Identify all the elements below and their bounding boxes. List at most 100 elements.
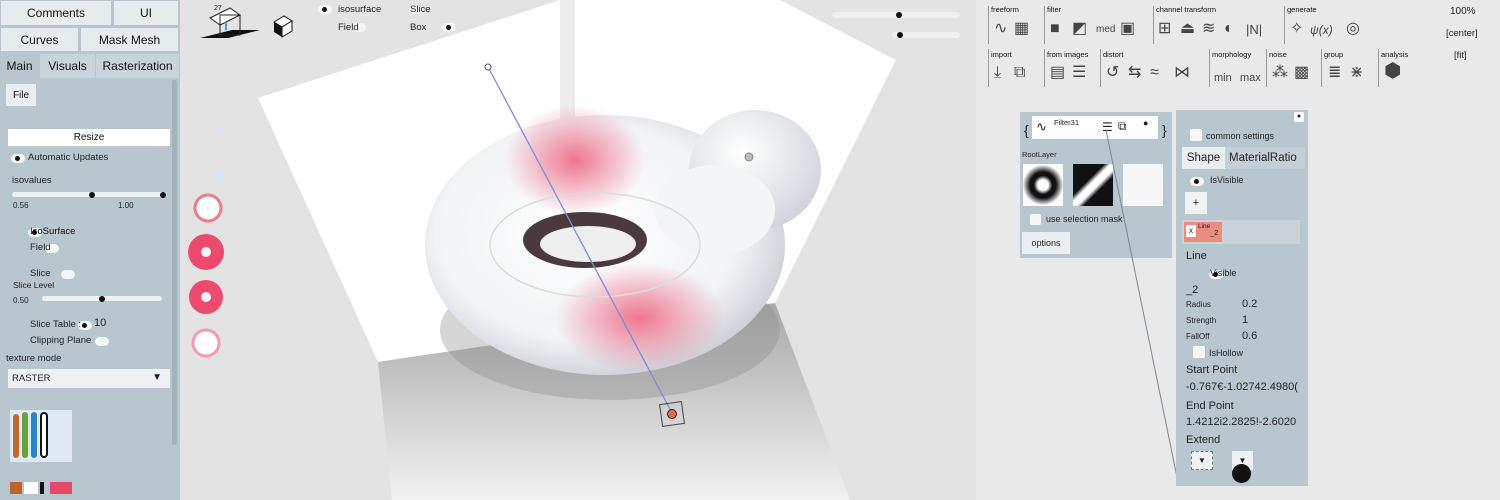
group-from-images: from images [1047,50,1089,59]
tab-rasterization[interactable]: Rasterization [96,54,179,78]
preview-dot-small[interactable] [213,125,223,135]
from-images-layers-icon[interactable]: ☰ [1072,64,1086,82]
curves-button[interactable]: Curves [0,27,79,52]
slice-view-label: Slice [410,4,431,15]
center-button[interactable]: [center] [1446,28,1478,39]
add-shape-button[interactable]: + [1185,192,1207,214]
generate-function-icon[interactable]: ψ(x) [1310,23,1333,37]
iso-max-value: 1.00 [118,201,134,210]
noise-texture-icon[interactable]: ⁂ [1272,64,1288,82]
gradient-bar[interactable] [10,482,72,494]
group-freeform: freeform [991,5,1019,14]
import-layers-icon[interactable]: ⧉ [1014,64,1025,82]
freeform-grid-icon[interactable]: ▦ [1014,20,1029,38]
left-panel: Comments UI Curves Mask Mesh Main Visual… [0,0,180,500]
end-point-value[interactable]: 1.4212i2.2825!-2.6020 [1186,416,1306,428]
tab-file[interactable]: File [6,84,36,106]
channel-normalize-icon[interactable]: |N| [1246,22,1262,37]
isosurface-label: IsoSurface [30,226,76,237]
noise-pattern-icon[interactable]: ▩ [1294,64,1309,82]
generate-sparkle-icon[interactable]: ✧ [1290,20,1303,38]
channel-invert-icon[interactable]: ◐ [1224,20,1234,38]
layer-thumb-ring[interactable] [1023,164,1063,206]
toolbar: freeform filter channel transform genera… [988,2,1408,92]
from-images-stack-icon[interactable]: ▤ [1050,64,1065,82]
falloff-value[interactable]: 0.6 [1242,330,1257,342]
distort-swirl-icon[interactable]: ↺ [1106,64,1119,82]
strength-value[interactable]: 1 [1242,314,1248,326]
filter-frame-icon[interactable]: ▣ [1120,20,1135,38]
automatic-updates-toggle[interactable] [11,153,25,163]
morphology-min-icon[interactable]: min [1214,72,1232,84]
filter-blur-icon[interactable]: ◩ [1072,20,1087,38]
distort-mirror-icon[interactable]: ⋈ [1174,64,1190,82]
group-stack-icon[interactable]: ≣ [1328,64,1341,82]
slice-toggle[interactable] [61,269,76,279]
options-button[interactable]: options [1022,232,1070,254]
comments-button[interactable]: Comments [0,0,112,26]
resize-button[interactable]: Resize [8,129,170,146]
ui-button[interactable]: UI [113,0,179,26]
viewport-slider-1-handle[interactable] [896,12,902,18]
morphology-max-icon[interactable]: max [1240,72,1261,84]
group-ungroup-icon[interactable]: ⋇ [1350,64,1363,82]
preview-ring-1[interactable] [193,193,223,223]
slice-table-label: Slice Table : [30,319,82,330]
preview-ring-4[interactable] [191,328,221,358]
shape-panel-pin-icon[interactable]: ● [1294,112,1304,122]
tab-shape[interactable]: Shape [1182,147,1225,169]
isosurface-view-toggle[interactable] [318,4,332,14]
line-end-handle[interactable] [667,409,677,419]
orientation-gizmo[interactable] [200,7,260,38]
filter-square-icon[interactable]: ■ [1050,20,1060,38]
tab-visuals[interactable]: Visuals [40,54,95,78]
common-settings-checkbox[interactable] [1190,129,1202,141]
radius-value[interactable]: 0.2 [1242,298,1257,310]
channel-curves-icon[interactable]: ≋ [1202,20,1215,38]
iso-max-handle[interactable] [160,192,166,198]
box-cube-icon[interactable] [273,15,293,38]
clipping-plane-toggle[interactable] [94,336,109,346]
is-visible-toggle[interactable] [1190,176,1204,186]
distort-warp-icon[interactable]: ≈ [1150,64,1159,82]
radius-label: Radius [1186,300,1211,309]
distort-arrows-icon[interactable]: ⇆ [1128,64,1141,82]
remove-item-button[interactable]: x [1186,225,1196,237]
scrollbar[interactable] [172,80,177,445]
fit-button[interactable]: [fit] [1454,50,1467,61]
3d-viewport[interactable]: 27 isosurface Slice Field Box [180,0,976,500]
filter-dot-icon[interactable]: ● [1143,118,1148,128]
extend-start-dropdown[interactable]: ▼ [1191,451,1213,470]
analysis-hexagon-icon[interactable]: ⬢ [1384,61,1401,81]
is-hollow-checkbox[interactable] [1193,346,1205,358]
swatch-white [40,412,48,458]
slice-level-handle[interactable] [99,296,105,302]
iso-min-handle[interactable] [89,192,95,198]
start-point-value[interactable]: -0.767€-1.02742.4980( [1186,381,1306,393]
swatch-orange [13,414,19,458]
generate-ripple-icon[interactable]: ◎ [1346,20,1360,38]
preview-dot-medium[interactable] [211,169,225,183]
import-image-icon[interactable]: ⤓ [994,64,1001,82]
is-visible-label: IsVisible [1210,175,1244,185]
filter-median-icon[interactable]: med [1096,24,1115,35]
mask-mesh-button[interactable]: Mask Mesh [80,27,179,52]
zoom-level[interactable]: 100% [1450,6,1476,17]
channel-levels-icon[interactable]: ⏏ [1180,20,1195,38]
tab-main[interactable]: Main [0,54,39,78]
channel-split-icon[interactable]: ⊞ [1158,20,1171,38]
use-selection-mask-checkbox[interactable] [1030,214,1041,225]
shape-list-item[interactable]: x Line _2 [1182,220,1300,244]
falloff-label: FallOff [1186,332,1210,341]
color-swatch-preview[interactable] [10,410,72,462]
texture-mode-select[interactable]: RASTER ▼ [8,369,170,388]
tab-material-ratio[interactable]: MaterialRatio [1225,147,1305,169]
shape-name: _2 [1186,284,1199,296]
blob-center-handle[interactable] [744,152,754,162]
line-start-handle[interactable] [484,63,492,71]
box-view-toggle[interactable] [442,22,457,32]
scene-canvas[interactable] [180,0,976,500]
freeform-curve-icon[interactable]: ∿ [994,20,1007,38]
viewport-slider-2-handle[interactable] [897,32,903,38]
group-noise: noise [1269,50,1287,59]
